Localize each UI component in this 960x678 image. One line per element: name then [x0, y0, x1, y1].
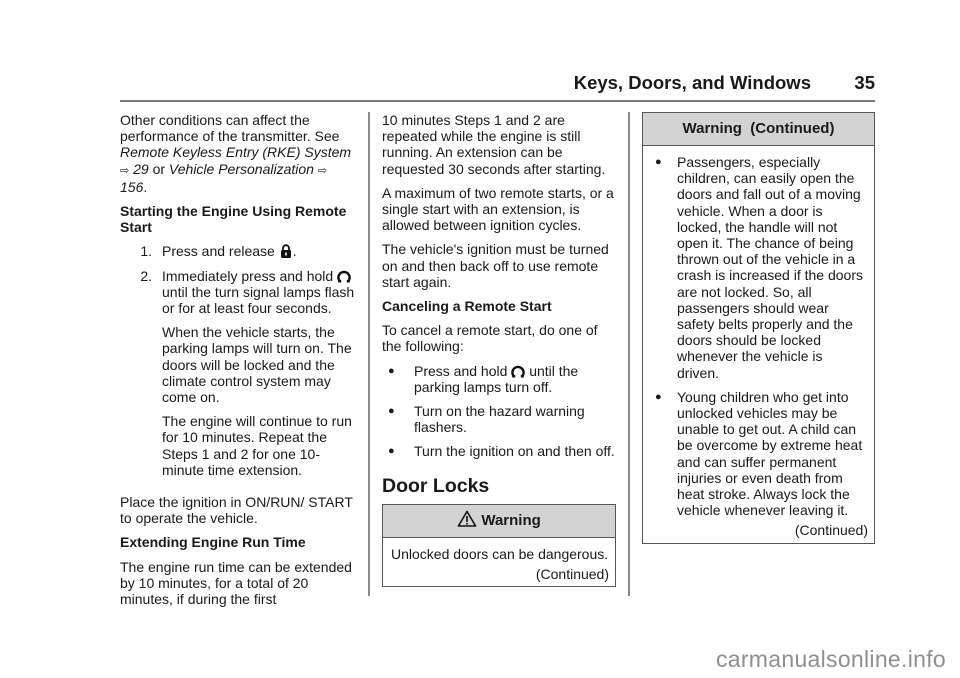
paragraph: The vehicle's ignition must be turned on…	[382, 241, 609, 290]
link-vehicle-personalization[interactable]: Vehicle Personalization	[169, 161, 314, 177]
list-item: ● Press and hold until the parking lamps…	[382, 363, 616, 395]
remote-start-icon	[511, 365, 526, 378]
section-title: Keys, Doors, and Windows	[573, 72, 811, 93]
bullet-icon: ●	[655, 390, 662, 403]
link-rke-system[interactable]: Remote Keyless Entry (RKE) System	[120, 144, 351, 160]
cancel-bullet-list: ● Press and hold until the parking lamps…	[382, 363, 616, 460]
watermark: carmanualsonline.info	[715, 646, 946, 672]
page-ref-156[interactable]: 156	[120, 179, 143, 195]
list-item: ● Young children who get into unlocked v…	[647, 389, 868, 519]
page-ref-arrow-icon: ⇨	[317, 164, 328, 177]
warning-body: ● Passengers, especially children, can e…	[643, 146, 874, 543]
warning-header: Warning (Continued)	[643, 113, 874, 146]
running-header: Keys, Doors, and Windows 35	[120, 70, 875, 102]
paragraph: A maximum of two remote starts, or a sin…	[382, 184, 614, 234]
lock-icon	[280, 244, 291, 259]
page-number: 35	[854, 72, 875, 93]
column-1: Other conditions can affect the performa…	[120, 112, 358, 615]
warning-body: Unlocked doors can be dangerous. (Contin…	[391, 545, 609, 583]
paragraph: 10 minutes Steps 1 and 2 are repeated wh…	[382, 112, 606, 177]
bullet-icon: ●	[388, 364, 395, 377]
list-item: ● Passengers, especially children, can e…	[647, 154, 868, 381]
step-note: When the vehicle starts, the parking lam…	[162, 324, 352, 406]
step-note: The engine will continue to run for 10 m…	[162, 413, 352, 478]
bullet-icon: ●	[388, 445, 395, 458]
page-ref-29[interactable]: 29	[133, 161, 149, 177]
step-item: 2. Immediately press and hold until the …	[120, 268, 358, 486]
continued-label: (Continued)	[535, 566, 609, 583]
cancel-intro: To cancel a remote start, do one of the …	[382, 322, 598, 355]
bullet-icon: ●	[388, 405, 395, 418]
column-2: 10 minutes Steps 1 and 2 are repeated wh…	[382, 112, 616, 588]
list-item: ● Turn the ignition on and then off.	[382, 443, 616, 459]
ignition-paragraph: Place the ignition in ON/RUN/ START to o…	[120, 494, 353, 527]
warning-header: Warning	[383, 504, 615, 538]
continued-label: (Continued)	[794, 522, 868, 539]
step-item: 1. Press and release .	[140, 243, 297, 260]
door-locks-heading: Door Locks	[382, 474, 490, 497]
column-divider	[628, 112, 630, 596]
bullet-icon: ●	[655, 156, 662, 168]
extend-paragraph: The engine run time can be extended by 1…	[120, 558, 352, 608]
column-divider	[368, 112, 370, 596]
subheading-remote-start: Starting the Engine Using Remote Start	[120, 203, 347, 236]
warning-continued-box: Warning (Continued) ● Passengers, especi…	[642, 112, 875, 544]
warning-box: Warning Unlocked doors can be dangerous.…	[382, 503, 616, 588]
steps-list: 1. Press and release . 2. Immediately pr…	[120, 243, 358, 486]
warning-triangle-icon	[457, 510, 477, 527]
list-item: ● Turn on the hazard warning flashers.	[382, 403, 616, 435]
warning-title: Warning	[481, 511, 541, 529]
intro-paragraph: Other conditions can affect the performa…	[120, 112, 352, 195]
column-3: Warning (Continued) ● Passengers, especi…	[642, 112, 875, 544]
subheading-extending: Extending Engine Run Time	[120, 534, 306, 551]
remote-start-icon	[337, 270, 351, 283]
subheading-canceling: Canceling a Remote Start	[382, 298, 552, 315]
page-ref-arrow-icon: ⇨	[120, 164, 130, 177]
